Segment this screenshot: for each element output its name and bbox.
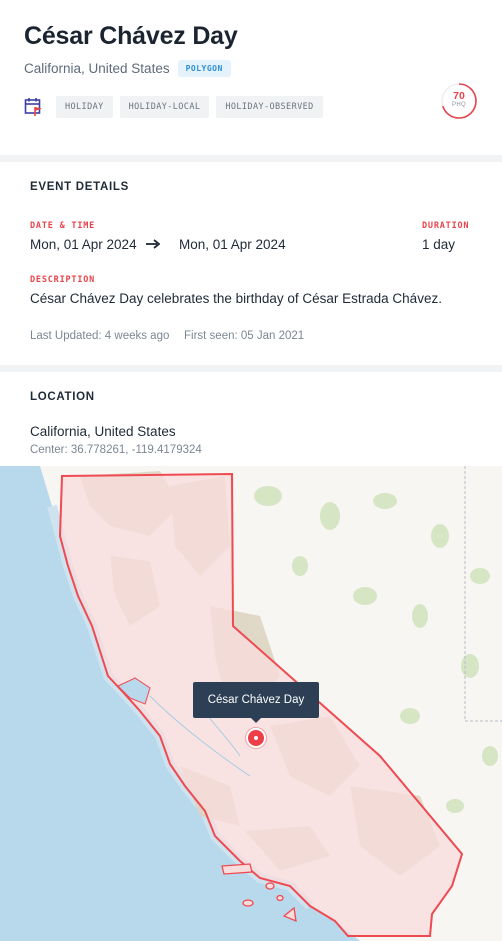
phq-score: 70: [453, 90, 465, 102]
tag-row: HOLIDAY HOLIDAY-LOCAL HOLIDAY-OBSERVED: [24, 96, 323, 118]
phq-label: PHQ: [452, 102, 466, 108]
event-details-title: EVENT DETAILS: [30, 181, 129, 193]
first-seen: First seen: 05 Jan 2021: [184, 330, 305, 342]
location-center: Center: 36.778261, -119.4179324: [30, 444, 202, 456]
duration-value: 1 day: [422, 237, 456, 252]
location-name: California, United States: [30, 424, 176, 439]
event-location: California, United States: [24, 61, 170, 76]
calendar-flag-icon: [24, 98, 42, 116]
duration-label: DURATION: [422, 221, 470, 231]
tag-holiday: HOLIDAY: [56, 96, 113, 118]
event-title: César Chávez Day: [24, 22, 238, 50]
section-divider: [0, 365, 502, 372]
map-tooltip-tail: [250, 717, 262, 723]
last-updated: Last Updated: 4 weeks ago: [30, 330, 170, 342]
arrow-right-icon: [146, 239, 160, 249]
map-tooltip: César Chávez Day: [193, 682, 319, 718]
map-pin-center: [254, 736, 258, 740]
description-label: DESCRIPTION: [30, 275, 96, 285]
date-time-label: DATE & TIME: [30, 221, 96, 231]
tag-holiday-observed: HOLIDAY-OBSERVED: [216, 96, 323, 118]
section-divider: [0, 155, 502, 162]
description-text: César Chávez Day celebrates the birthday…: [30, 291, 442, 306]
tag-holiday-local: HOLIDAY-LOCAL: [119, 96, 210, 118]
end-date: Mon, 01 Apr 2024: [179, 237, 286, 252]
start-date: Mon, 01 Apr 2024: [30, 237, 137, 252]
event-subtitle-row: California, United States POLYGON: [24, 60, 231, 77]
location-type-badge: POLYGON: [177, 60, 231, 77]
location-title: LOCATION: [30, 391, 95, 403]
event-header: César Chávez Day California, United Stat…: [0, 0, 502, 155]
